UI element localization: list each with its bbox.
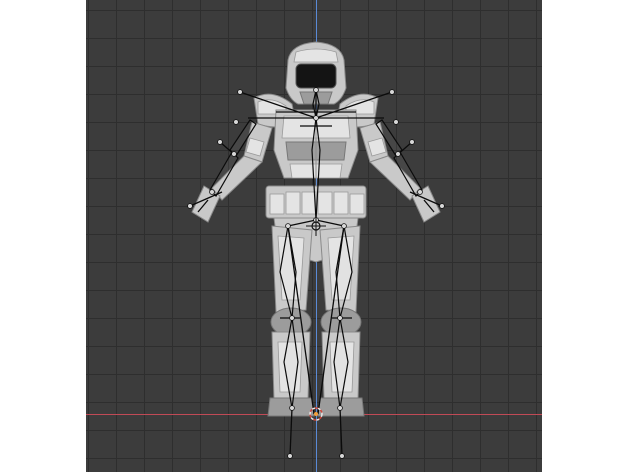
armature-bones[interactable] — [187, 87, 445, 459]
model-canvas[interactable] — [86, 0, 542, 472]
3d-viewport[interactable] — [86, 0, 542, 472]
